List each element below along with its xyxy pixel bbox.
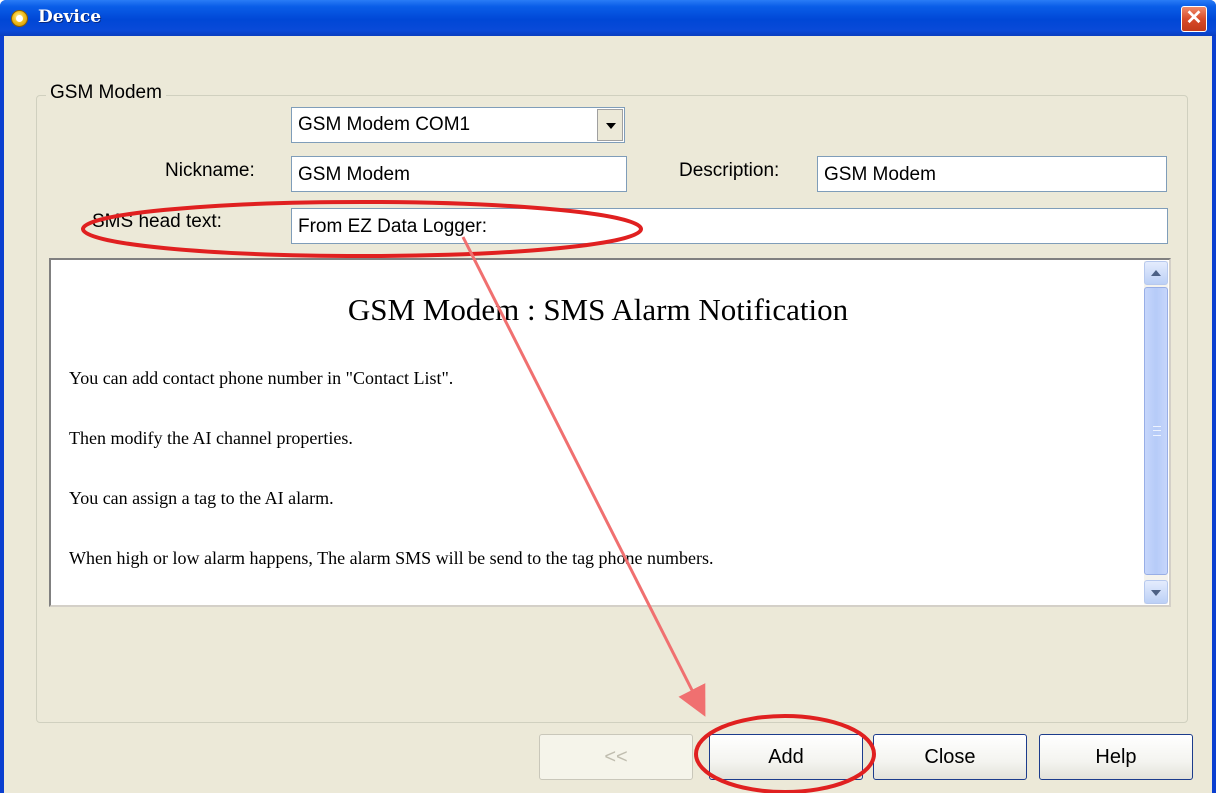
sms-head-text-field[interactable]: From EZ Data Logger: [291,208,1168,244]
device-select[interactable]: GSM Modem COM1 [291,107,625,143]
vertical-scrollbar[interactable] [1144,261,1168,604]
nickname-field[interactable]: GSM Modem [291,156,627,192]
nickname-value: GSM Modem [298,164,410,185]
info-panel-heading: GSM Modem : SMS Alarm Notification [347,292,849,327]
window-title: Device [38,7,102,27]
info-paragraph: Then modify the AI channel properties. [69,428,353,448]
description-value: GSM Modem [824,164,936,185]
scroll-up-icon[interactable] [1144,261,1168,285]
help-button[interactable]: Help [1039,734,1193,780]
info-paragraph: When high or low alarm happens, The alar… [69,548,714,568]
sms-head-text-value: From EZ Data Logger: [298,216,488,237]
chevron-down-icon[interactable] [597,109,623,141]
add-button[interactable]: Add [709,734,863,780]
close-window-button[interactable]: ✕ [1181,6,1207,32]
app-icon [11,10,28,27]
back-button[interactable]: << [539,734,693,780]
title-bar[interactable]: Device ✕ [0,0,1216,36]
description-label: Description: [679,160,780,181]
sms-head-text-label: SMS head text: [92,211,222,232]
close-button[interactable]: Close [873,734,1027,780]
description-field[interactable]: GSM Modem [817,156,1167,192]
info-paragraph: You can add contact phone number in "Con… [69,368,454,388]
group-legend: GSM Modem [46,82,166,104]
info-paragraph: You can assign a tag to the AI alarm. [69,488,334,508]
scroll-thumb[interactable] [1144,287,1168,575]
info-panel[interactable]: GSM Modem : SMS Alarm Notification You c… [49,258,1171,607]
grip-icon [1153,426,1161,436]
nickname-label: Nickname: [165,160,255,181]
scroll-down-icon[interactable] [1144,580,1168,604]
device-select-value: GSM Modem COM1 [298,114,471,135]
close-icon: ✕ [1185,7,1203,29]
